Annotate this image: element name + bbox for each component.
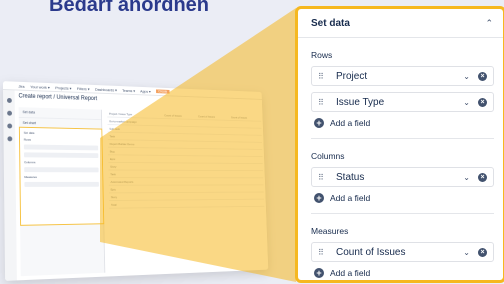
- field-label: Status: [332, 172, 463, 183]
- highlighted-set-data-panel: Set data Rows Columns Measures: [19, 127, 104, 226]
- divider: [311, 138, 494, 139]
- panel-header[interactable]: Set data ⌃: [298, 9, 503, 38]
- table-cell: [229, 124, 261, 125]
- table-cell: Story: [108, 164, 164, 168]
- table-cell: Report Builder Demo: [108, 142, 164, 147]
- table-cell: [197, 145, 230, 146]
- table-cell: [230, 138, 262, 139]
- field-label: Issue Type: [332, 97, 463, 108]
- report-table: Project / Issue Type Count of Issues Count…: [107, 110, 264, 209]
- table-cell: Bug: [108, 149, 164, 153]
- chevron-down-icon[interactable]: ⌄: [463, 98, 470, 107]
- rows-section: Rows ⠿ Project ⌄ × ⠿ Issue Type ⌄ × + Ad…: [298, 50, 503, 139]
- table-cell: [163, 122, 197, 123]
- add-measure-field-button[interactable]: + Add a field: [314, 268, 494, 278]
- menu-item: Projects ▾: [55, 85, 71, 90]
- set-data-panel: Set data ⌃ Rows ⠿ Project ⌄ × ⠿ Issue Ty…: [295, 6, 504, 283]
- columns-label: Columns: [311, 151, 494, 161]
- add-field-label: Add a field: [330, 193, 370, 203]
- measures-section: Measures ⠿ Count of Issues ⌄ × + Add a f…: [298, 226, 503, 278]
- table-cell: [230, 131, 262, 132]
- field-label: Count of Issues: [332, 247, 463, 258]
- table-cell: Sub-task: [108, 126, 163, 131]
- chevron-down-icon[interactable]: ⌄: [463, 248, 470, 257]
- table-cell: [163, 130, 197, 131]
- table-cell: Total: [109, 202, 165, 206]
- add-field-label: Add a field: [330, 118, 370, 128]
- menu-item: Your work ▾: [30, 84, 50, 90]
- menu-item: Dashboards ▾: [95, 86, 117, 92]
- report-title: Create report / Universal Report: [18, 93, 97, 102]
- chevron-down-icon[interactable]: ⌄: [463, 173, 470, 182]
- row-field-issue-type[interactable]: ⠿ Issue Type ⌄ ×: [311, 92, 494, 112]
- hl-label: Set data: [24, 131, 98, 136]
- create-button: Create: [156, 89, 170, 93]
- hl-label: Measures: [24, 175, 98, 179]
- table-cell: Count of Issues: [163, 113, 197, 118]
- remove-icon[interactable]: ×: [478, 72, 487, 81]
- panel-title: Set data: [311, 18, 350, 29]
- column-field-status[interactable]: ⠿ Status ⌄ ×: [311, 167, 494, 187]
- add-field-label: Add a field: [330, 268, 370, 278]
- table-cell: Task: [109, 172, 165, 176]
- table-cell: Epic: [109, 187, 165, 191]
- row-field-project[interactable]: ⠿ Project ⌄ ×: [311, 66, 494, 86]
- table-row: Task: [108, 170, 263, 178]
- app-screenshot: Jira Your work ▾ Projects ▾ Filters ▾ Da…: [3, 81, 268, 281]
- menu-item: Apps ▾: [140, 88, 151, 93]
- table-cell: Go-to-market campaign: [107, 119, 162, 124]
- table-cell: Project / Issue Type: [107, 111, 162, 116]
- page-headline: Bedarf anordnen: [49, 0, 209, 17]
- table-cell: Epic: [108, 157, 164, 161]
- remove-icon[interactable]: ×: [478, 173, 487, 182]
- plus-icon: +: [314, 118, 324, 128]
- hl-label: Rows: [24, 138, 98, 143]
- field-label: Project: [332, 71, 463, 82]
- remove-icon[interactable]: ×: [478, 98, 487, 107]
- table-cell: Story: [109, 194, 165, 198]
- measure-field-count[interactable]: ⠿ Count of Issues ⌄ ×: [311, 242, 494, 262]
- table-cell: [197, 130, 230, 131]
- app-brand: Jira: [18, 83, 24, 88]
- plus-icon: +: [314, 268, 324, 278]
- table-cell: Task: [108, 134, 164, 139]
- table-row: Total: [109, 200, 264, 209]
- table-cell: Automated Reports: [109, 180, 165, 184]
- menu-item: Filters ▾: [77, 86, 90, 91]
- hl-label: Columns: [24, 160, 98, 164]
- table-cell: [197, 138, 230, 139]
- plus-icon: +: [314, 193, 324, 203]
- remove-icon[interactable]: ×: [478, 248, 487, 257]
- measures-label: Measures: [311, 226, 494, 236]
- table-cell: [163, 137, 197, 138]
- table-cell: Count of Issues: [196, 114, 229, 119]
- menu-item: Teams ▾: [122, 88, 135, 93]
- table-cell: [197, 123, 230, 124]
- drag-handle-icon[interactable]: ⠿: [318, 248, 332, 257]
- rows-label: Rows: [311, 50, 494, 60]
- divider: [311, 213, 494, 214]
- table-cell: [230, 145, 262, 146]
- table-cell: Count of Issues: [229, 115, 261, 119]
- add-column-field-button[interactable]: + Add a field: [314, 193, 494, 203]
- columns-section: Columns ⠿ Status ⌄ × + Add a field: [298, 151, 503, 214]
- drag-handle-icon[interactable]: ⠿: [318, 72, 332, 81]
- drag-handle-icon[interactable]: ⠿: [318, 173, 332, 182]
- drag-handle-icon[interactable]: ⠿: [318, 98, 332, 107]
- left-rail: [3, 90, 17, 281]
- chevron-down-icon[interactable]: ⌄: [463, 72, 470, 81]
- add-row-field-button[interactable]: + Add a field: [314, 118, 494, 128]
- chevron-up-icon[interactable]: ⌃: [485, 18, 493, 29]
- table-cell: [163, 144, 197, 145]
